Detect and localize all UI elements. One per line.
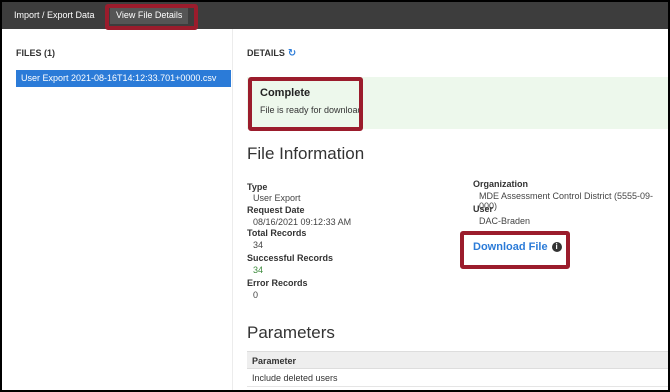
status-message: File is ready for download [260, 105, 363, 115]
details-title-text: DETAILS [247, 48, 285, 58]
files-heading: FILES (1) [16, 48, 56, 58]
files-sidebar: FILES (1) User Export 2021-08-16T14:12:3… [2, 29, 233, 390]
file-information-heading: File Information [247, 144, 365, 163]
total-records-value: 34 [253, 240, 264, 250]
type-value: User Export [253, 193, 301, 203]
successful-records-value: 34 [253, 265, 264, 275]
top-tab-bar: Import / Export Data View File Details [2, 2, 668, 29]
parameters-table: Parameter Include deleted users [247, 351, 668, 387]
download-file-label: Download File [473, 241, 548, 253]
details-heading: DETAILS ↻ [247, 48, 296, 59]
status-title: Complete [260, 87, 311, 99]
details-panel: DETAILS ↻ Complete File is ready for down… [233, 29, 668, 390]
parameters-column-header: Parameter [247, 351, 668, 369]
user-value: DAC-Braden [479, 216, 531, 226]
type-label: Type [247, 182, 268, 192]
request-date-value: 08/16/2021 09:12:33 AM [253, 217, 352, 227]
tab-import-export-data[interactable]: Import / Export Data [8, 7, 101, 24]
status-panel: Complete File is ready for download [247, 77, 668, 129]
error-records-label: Error Records [247, 278, 308, 288]
download-file-link[interactable]: Download File i [473, 241, 562, 253]
app-frame: Import / Export Data View File Details F… [0, 0, 670, 392]
info-icon[interactable]: i [551, 242, 562, 252]
file-list-item[interactable]: User Export 2021-08-16T14:12:33.701+0000… [16, 70, 231, 87]
tab-view-file-details[interactable]: View File Details [110, 7, 189, 24]
refresh-icon[interactable]: ↻ [288, 48, 296, 59]
user-label: User [473, 204, 494, 214]
error-records-value: 0 [253, 290, 259, 300]
request-date-label: Request Date [247, 205, 305, 215]
successful-records-label: Successful Records [247, 253, 334, 263]
organization-label: Organization [473, 179, 529, 189]
parameters-heading: Parameters [247, 323, 335, 342]
total-records-label: Total Records [247, 228, 307, 238]
parameters-row: Include deleted users [247, 369, 668, 387]
organization-value: MDE Assessment Control District (5555-09… [479, 191, 654, 211]
